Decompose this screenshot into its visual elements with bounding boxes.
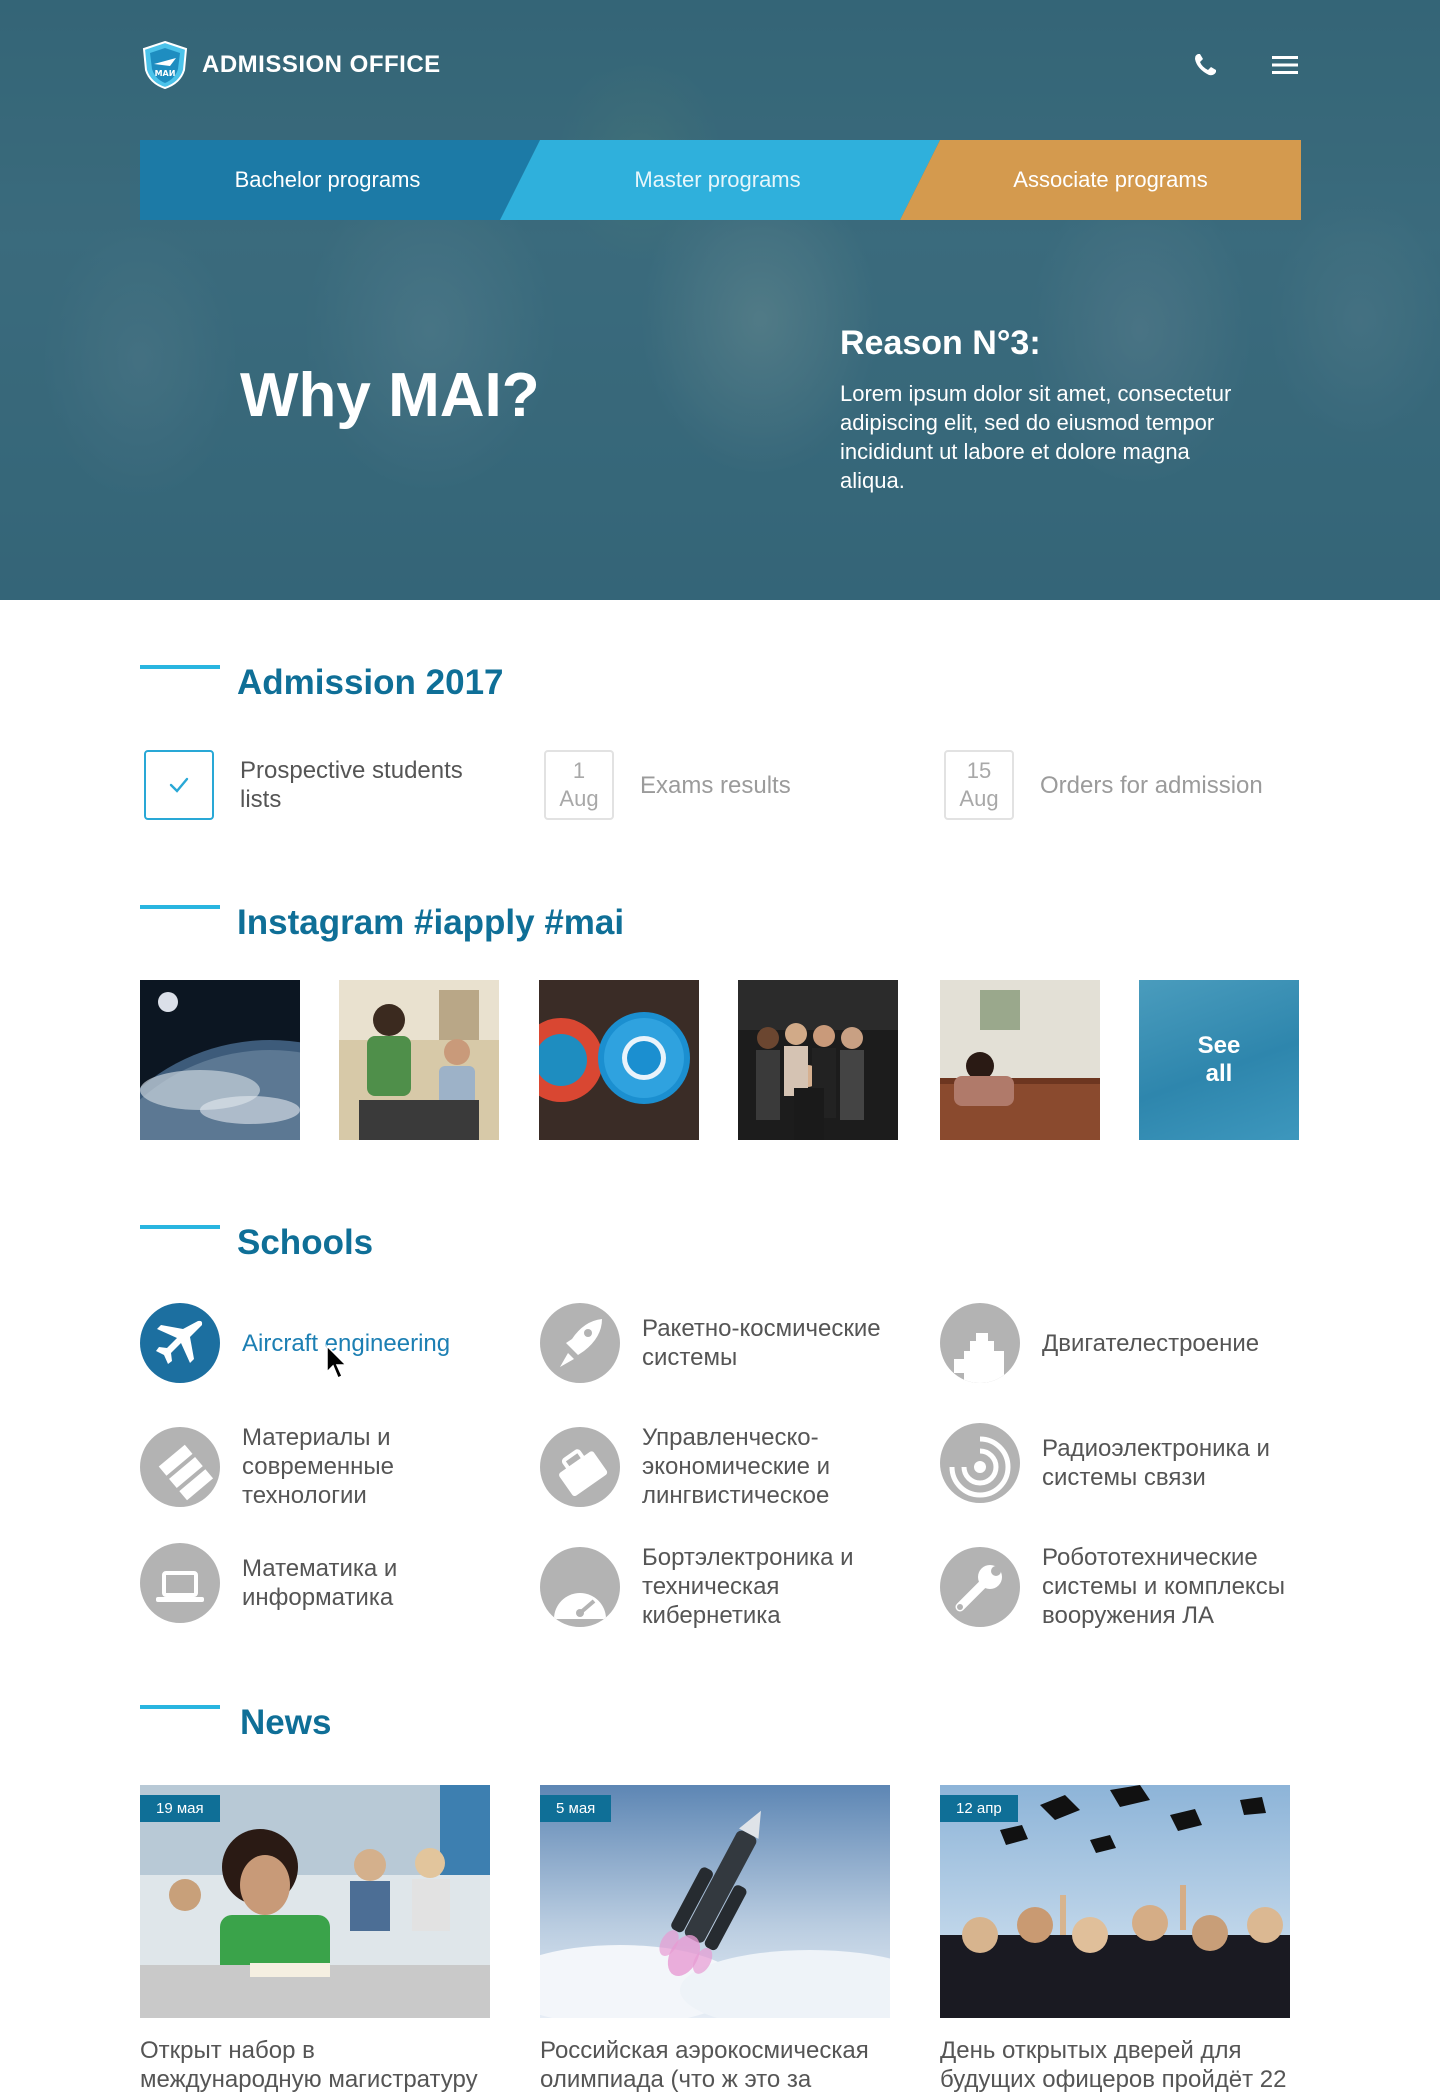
instagram-photo-classroom[interactable] bbox=[940, 980, 1100, 1140]
school-label: Материалы и современные технологии bbox=[242, 1424, 395, 1509]
school-onboard-electronics[interactable]: Бортэлектроника и техническая кибернетик… bbox=[540, 1543, 912, 1630]
news-date-badge: 5 мая bbox=[540, 1795, 612, 1822]
date-day: 15 bbox=[966, 758, 992, 783]
mai-badges-image bbox=[539, 980, 699, 1140]
students-photo-image bbox=[339, 980, 499, 1140]
news-title: Открыт набор в международную магистратур… bbox=[140, 2037, 478, 2093]
school-label: Управленческо-экономические и лингвистич… bbox=[642, 1424, 831, 1509]
program-tabs: Bachelor programs Master programs Associ… bbox=[140, 140, 1301, 220]
school-materials-technologies[interactable]: Материалы и современные технологии bbox=[140, 1423, 512, 1510]
tab-associate-programs[interactable]: Associate programs bbox=[920, 140, 1301, 220]
school-icon-circle bbox=[940, 1423, 1020, 1503]
school-icon-circle bbox=[140, 1543, 220, 1623]
reason-block: Reason N°3: Lorem ipsum dolor sit amet, … bbox=[840, 324, 1260, 495]
date-box: 1 Aug bbox=[544, 750, 614, 820]
school-icon-circle bbox=[940, 1303, 1020, 1383]
news-card[interactable]: 19 мая Открыт набор в международную маги… bbox=[140, 1785, 490, 2094]
engine-icon bbox=[954, 1333, 1004, 1383]
news-card[interactable]: 12 апр День открытых дверей для будущих … bbox=[940, 1785, 1290, 2094]
admission-item-orders[interactable]: 15 Aug Orders for admission bbox=[944, 750, 1263, 820]
earth-from-space-image bbox=[140, 980, 300, 1140]
school-radio-electronics[interactable]: Радиоэлектроника и системы связи bbox=[940, 1423, 1312, 1503]
admission-item-prospective-lists[interactable]: Prospective students lists bbox=[144, 750, 500, 820]
news-image: 19 мая bbox=[140, 1785, 490, 2018]
news-heading: News bbox=[240, 1703, 332, 1742]
hero-banner: МАИ ADMISSION OFFICE Bachelor programs M… bbox=[0, 0, 1440, 600]
instagram-photo-group[interactable] bbox=[738, 980, 898, 1140]
school-label: Двигателестроение bbox=[1042, 1329, 1260, 1357]
school-label: Бортэлектроника и техническая кибернетик… bbox=[642, 1544, 854, 1629]
school-icon-circle bbox=[540, 1426, 620, 1507]
news-date-badge: 12 апр bbox=[940, 1795, 1018, 1822]
school-label: Ракетно-космические системы bbox=[642, 1315, 881, 1371]
date-month: Aug bbox=[959, 786, 999, 811]
instagram-heading: Instagram #iapply #mai bbox=[237, 903, 625, 942]
see-all-label: See all bbox=[1197, 1032, 1241, 1087]
school-label: Aircraft engineering bbox=[242, 1329, 451, 1357]
site-logo[interactable]: МАИ ADMISSION OFFICE bbox=[140, 40, 441, 90]
school-label: Математика и информатика bbox=[242, 1555, 398, 1611]
phone-icon[interactable] bbox=[1190, 50, 1220, 80]
news-image: 12 апр bbox=[940, 1785, 1290, 2018]
gauge-icon bbox=[554, 1592, 606, 1619]
check-icon bbox=[169, 777, 189, 793]
date-day: 1 bbox=[572, 758, 586, 783]
admission-heading: Admission 2017 bbox=[237, 663, 504, 702]
tab-bachelor-programs[interactable]: Bachelor programs bbox=[140, 140, 515, 220]
school-mathematics-informatics[interactable]: Математика и информатика bbox=[140, 1543, 512, 1623]
admission-item-label: Orders for admission bbox=[1040, 771, 1263, 799]
menu-icon[interactable] bbox=[1270, 50, 1300, 80]
section-accent-bar bbox=[140, 665, 220, 669]
briefcase-icon bbox=[559, 1448, 608, 1496]
materials-icon bbox=[158, 1444, 214, 1500]
hero-headline: Why MAI? bbox=[240, 361, 540, 430]
group-photo-image bbox=[738, 980, 898, 1140]
logo-shield-icon: МАИ bbox=[142, 40, 188, 90]
school-icon-circle bbox=[140, 1426, 220, 1507]
section-accent-bar bbox=[140, 1705, 220, 1709]
school-robotics-weapons[interactable]: Робототехнические системы и комплексы во… bbox=[940, 1543, 1312, 1630]
laptop-icon bbox=[156, 1571, 204, 1602]
date-box: 15 Aug bbox=[944, 750, 1014, 820]
school-icon-circle bbox=[940, 1546, 1020, 1627]
rocket-icon bbox=[560, 1319, 602, 1367]
classroom-photo-image bbox=[940, 980, 1100, 1140]
schools-heading: Schools bbox=[237, 1223, 374, 1262]
school-icon-circle bbox=[140, 1303, 220, 1383]
news-title: Российская аэрокосмическая олимпиада (чт… bbox=[540, 2037, 869, 2093]
section-accent-bar bbox=[140, 905, 220, 909]
instagram-photo-badges[interactable] bbox=[539, 980, 699, 1140]
school-engine-building[interactable]: Двигателестроение bbox=[940, 1303, 1312, 1383]
reason-text: Lorem ipsum dolor sit amet, consectetur … bbox=[840, 381, 1232, 493]
instagram-photo-earth[interactable] bbox=[140, 980, 300, 1140]
signal-icon bbox=[949, 1436, 1011, 1498]
news-title: День открытых дверей для будущих офицеро… bbox=[940, 2037, 1287, 2093]
instagram-photo-students-sitting[interactable] bbox=[339, 980, 499, 1140]
check-box bbox=[144, 750, 214, 820]
news-date-badge: 19 мая bbox=[140, 1795, 220, 1822]
logo-mark: МАИ bbox=[155, 69, 176, 78]
section-accent-bar bbox=[140, 1225, 220, 1229]
news-card[interactable]: 5 мая Российская аэрокосмическая олимпиа… bbox=[540, 1785, 890, 2094]
school-icon-circle bbox=[540, 1303, 620, 1383]
logo-text: ADMISSION OFFICE bbox=[202, 51, 441, 78]
school-label: Робототехнические системы и комплексы во… bbox=[1042, 1544, 1285, 1629]
admission-item-label: Prospective students lists bbox=[240, 757, 463, 813]
wrench-icon bbox=[955, 1564, 1002, 1611]
school-rocket-space-systems[interactable]: Ракетно-космические системы bbox=[540, 1303, 912, 1383]
mouse-cursor-icon bbox=[326, 1344, 348, 1380]
reason-title: Reason N°3: bbox=[840, 324, 1041, 362]
instagram-see-all-button[interactable]: See all bbox=[1139, 980, 1299, 1140]
admission-item-label: Exams results bbox=[640, 771, 791, 799]
school-icon-circle bbox=[540, 1546, 620, 1627]
admission-item-exams-results[interactable]: 1 Aug Exams results bbox=[544, 750, 791, 820]
header-actions bbox=[1190, 50, 1300, 80]
school-management-economics[interactable]: Управленческо-экономические и лингвистич… bbox=[540, 1423, 912, 1510]
news-image: 5 мая bbox=[540, 1785, 890, 2018]
school-label: Радиоэлектроника и системы связи bbox=[1042, 1435, 1270, 1491]
tab-master-programs[interactable]: Master programs bbox=[525, 140, 910, 220]
date-month: Aug bbox=[559, 786, 599, 811]
airplane-icon bbox=[156, 1320, 203, 1364]
